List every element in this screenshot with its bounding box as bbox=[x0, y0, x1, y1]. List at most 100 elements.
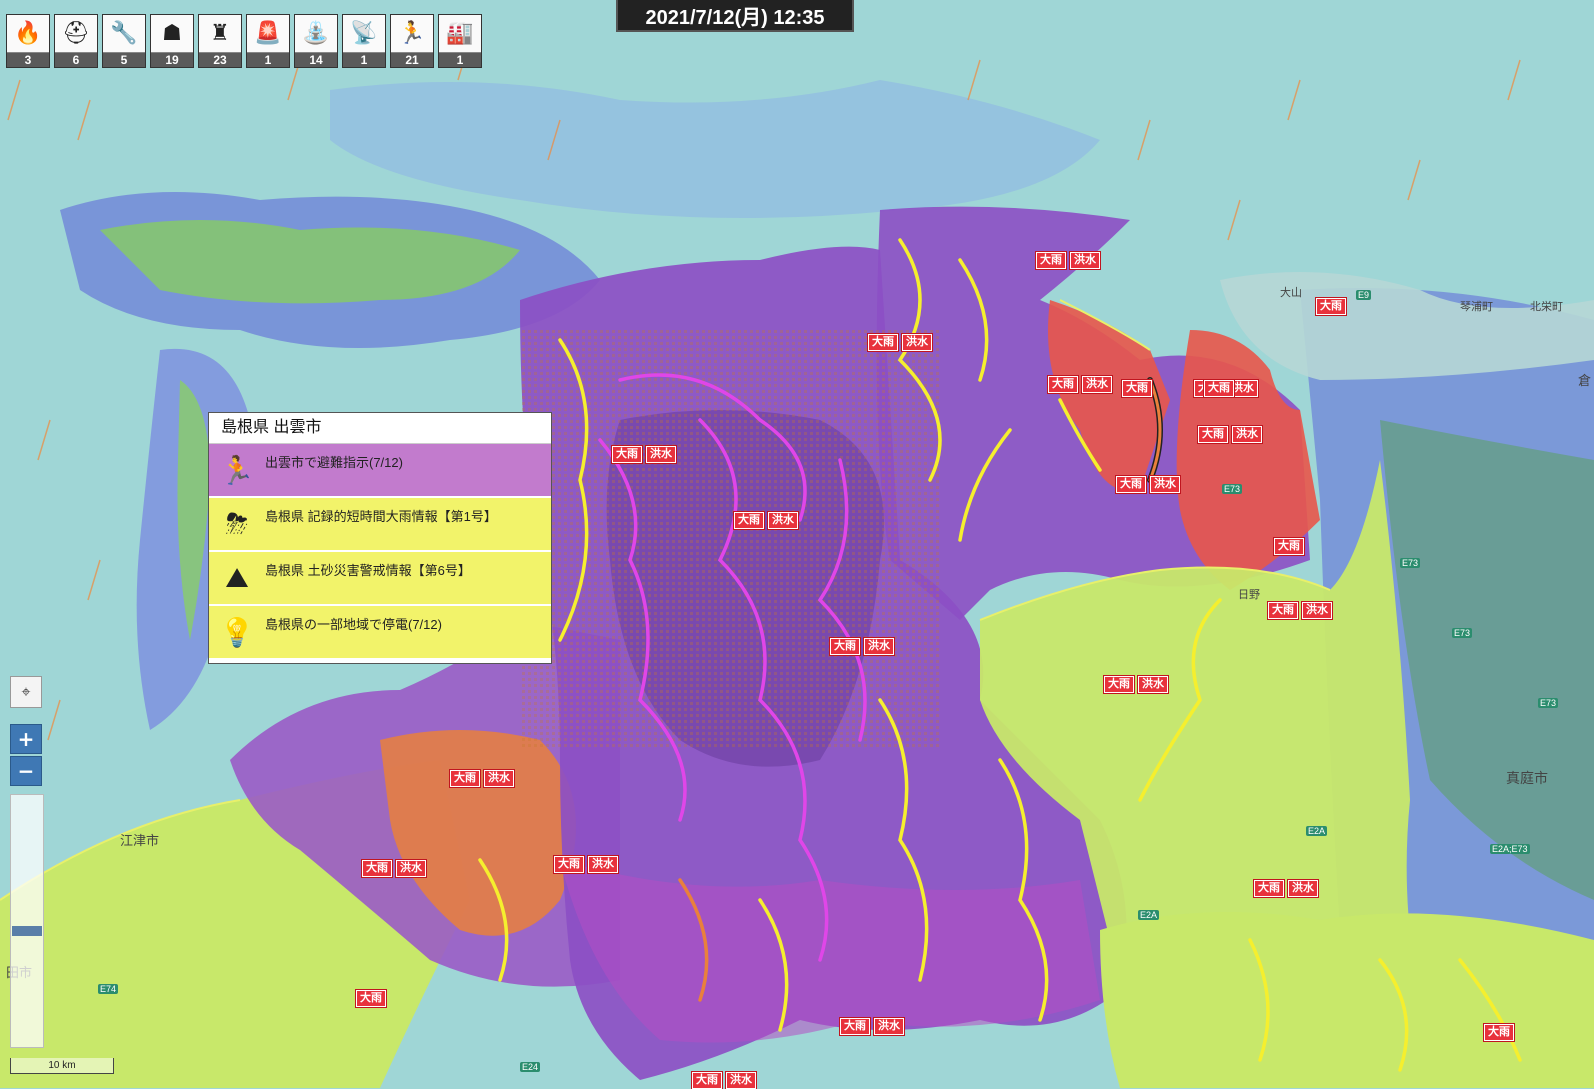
warning-tag[interactable]: 大雨洪水 bbox=[1116, 476, 1180, 493]
category-count: 3 bbox=[24, 53, 32, 67]
category-rescue[interactable]: ☗ 19 bbox=[150, 14, 194, 68]
place-label: 大山 bbox=[1280, 287, 1302, 299]
warning-tag[interactable]: 大雨洪水 bbox=[1048, 376, 1112, 393]
heavy-rain-warning-label: 大雨 bbox=[1274, 538, 1304, 555]
popup-item-text: 出雲市で避難指示(7/12) bbox=[265, 455, 403, 470]
category-count: 5 bbox=[120, 53, 128, 67]
warning-tag[interactable]: 大雨洪水 bbox=[1254, 880, 1318, 897]
flood-warning-label: 洪水 bbox=[864, 638, 894, 655]
warning-tag[interactable]: 大雨 bbox=[1122, 380, 1152, 397]
popup-item-text: 島根県の一部地域で停電(7/12) bbox=[265, 617, 442, 632]
flood-warning-label: 洪水 bbox=[1150, 476, 1180, 493]
flood-warning-label: 洪水 bbox=[1302, 602, 1332, 619]
heavy-rain-icon: ⛈ bbox=[225, 507, 249, 540]
zoom-out-button[interactable]: − bbox=[10, 756, 42, 786]
warning-tag[interactable]: 大雨洪水 bbox=[692, 1072, 756, 1089]
water-facility-icon: ⛲ bbox=[295, 15, 337, 53]
popup-item-heavy-rain[interactable]: ⛈ 島根県 記録的短時間大雨情報【第1号】 bbox=[209, 498, 551, 552]
road-shield: E73 bbox=[1538, 698, 1559, 708]
info-popup: 島根県 出雲市 🏃 出雲市で避難指示(7/12) ⛈ 島根県 記録的短時間大雨情… bbox=[208, 412, 552, 664]
zoom-slider-track[interactable] bbox=[10, 794, 44, 1048]
heavy-rain-warning-label: 大雨 bbox=[1268, 602, 1298, 619]
category-police[interactable]: ♜ 23 bbox=[198, 14, 242, 68]
warning-tag[interactable]: 大雨洪水 bbox=[1268, 602, 1332, 619]
heavy-rain-warning-label: 大雨 bbox=[356, 990, 386, 1007]
date-time-display: 2021/7/12(月) 12:35 bbox=[616, 0, 854, 32]
category-factory[interactable]: 🏭 1 bbox=[438, 14, 482, 68]
tools-icon: 🔧 bbox=[103, 15, 145, 53]
warning-tag[interactable]: 大雨洪水 bbox=[554, 856, 618, 873]
warning-tag[interactable]: 大雨洪水 bbox=[868, 334, 932, 351]
heavy-rain-warning-label: 大雨 bbox=[1036, 252, 1066, 269]
warning-tag[interactable]: 大雨洪水 bbox=[1036, 252, 1100, 269]
road-shield: E2A bbox=[1306, 826, 1328, 836]
warning-tag[interactable]: 大雨 bbox=[1204, 380, 1234, 397]
antenna-icon: 📡 bbox=[343, 15, 385, 53]
category-count: 1 bbox=[456, 53, 464, 67]
category-evacuation[interactable]: 🏃 21 bbox=[390, 14, 434, 68]
heavy-rain-warning-label: 大雨 bbox=[1122, 380, 1152, 397]
heavy-rain-warning-label: 大雨 bbox=[1316, 298, 1346, 315]
category-siren[interactable]: 🚨 1 bbox=[246, 14, 290, 68]
popup-item-landslide[interactable]: ⛰ 島根県 土砂災害警戒情報【第6号】 bbox=[209, 552, 551, 606]
road-shield: E2A;E73 bbox=[1490, 844, 1530, 854]
category-count: 6 bbox=[72, 53, 80, 67]
place-label: 琴浦町 bbox=[1460, 301, 1493, 313]
zoom-in-button[interactable]: + bbox=[10, 724, 42, 754]
road-shield: E2A bbox=[1138, 910, 1160, 920]
heavy-rain-warning-label: 大雨 bbox=[1198, 426, 1228, 443]
category-firefighter[interactable]: ⛑ 6 bbox=[54, 14, 98, 68]
siren-icon: 🚨 bbox=[247, 15, 289, 53]
heavy-rain-warning-label: 大雨 bbox=[692, 1072, 722, 1089]
popup-item-text: 島根県 土砂災害警戒情報【第6号】 bbox=[265, 563, 471, 578]
locate-button[interactable]: ⌖ bbox=[10, 676, 42, 708]
police-icon: ♜ bbox=[199, 15, 241, 53]
road-shield: E24 bbox=[520, 1062, 541, 1072]
locate-icon: ⌖ bbox=[21, 682, 31, 701]
flood-warning-label: 洪水 bbox=[588, 856, 618, 873]
category-antenna[interactable]: 📡 1 bbox=[342, 14, 386, 68]
zoom-slider-handle[interactable] bbox=[12, 926, 42, 936]
warning-tag[interactable]: 大雨洪水 bbox=[840, 1018, 904, 1035]
heavy-rain-warning-label: 大雨 bbox=[1116, 476, 1146, 493]
popup-item-power-outage[interactable]: 💡 島根県の一部地域で停電(7/12) bbox=[209, 606, 551, 660]
category-tools[interactable]: 🔧 5 bbox=[102, 14, 146, 68]
heavy-rain-warning-label: 大雨 bbox=[1484, 1024, 1514, 1041]
firefighter-icon: ⛑ bbox=[55, 15, 97, 53]
category-count: 19 bbox=[165, 53, 179, 67]
warning-tag[interactable]: 大雨洪水 bbox=[450, 770, 514, 787]
place-label: 真庭市 bbox=[1506, 770, 1548, 786]
heavy-rain-warning-label: 大雨 bbox=[1048, 376, 1078, 393]
place-label: 倉 bbox=[1578, 373, 1592, 388]
landslide-icon: ⛰ bbox=[225, 561, 249, 594]
category-count: 21 bbox=[405, 53, 419, 67]
warning-tag[interactable]: 大雨洪水 bbox=[612, 446, 676, 463]
warning-tag[interactable]: 大雨 bbox=[1484, 1024, 1514, 1041]
flood-warning-label: 洪水 bbox=[396, 860, 426, 877]
evacuation-icon: 🏃 bbox=[219, 453, 255, 487]
rescue-icon: ☗ bbox=[151, 15, 193, 53]
warning-tag[interactable]: 大雨洪水 bbox=[830, 638, 894, 655]
scale-bar: 10 km bbox=[10, 1058, 114, 1074]
flood-warning-label: 洪水 bbox=[1138, 676, 1168, 693]
flood-warning-label: 洪水 bbox=[1082, 376, 1112, 393]
warning-tag[interactable]: 大雨 bbox=[1274, 538, 1304, 555]
category-fire[interactable]: 🔥 3 bbox=[6, 14, 50, 68]
flood-warning-label: 洪水 bbox=[1232, 426, 1262, 443]
category-water-facility[interactable]: ⛲ 14 bbox=[294, 14, 338, 68]
warning-tag[interactable]: 大雨 bbox=[1316, 298, 1346, 315]
flood-warning-label: 洪水 bbox=[1288, 880, 1318, 897]
heavy-rain-warning-label: 大雨 bbox=[868, 334, 898, 351]
fire-icon: 🔥 bbox=[7, 15, 49, 53]
heavy-rain-warning-label: 大雨 bbox=[1204, 380, 1234, 397]
warning-tag[interactable]: 大雨洪水 bbox=[362, 860, 426, 877]
flood-warning-label: 洪水 bbox=[874, 1018, 904, 1035]
warning-tag[interactable]: 大雨洪水 bbox=[1198, 426, 1262, 443]
warning-tag[interactable]: 大雨洪水 bbox=[734, 512, 798, 529]
warning-tag[interactable]: 大雨 bbox=[356, 990, 386, 1007]
popup-item-evacuation[interactable]: 🏃 出雲市で避難指示(7/12) bbox=[209, 444, 551, 498]
flood-warning-label: 洪水 bbox=[902, 334, 932, 351]
road-shield: E73 bbox=[1400, 558, 1421, 568]
warning-tag[interactable]: 大雨洪水 bbox=[1104, 676, 1168, 693]
flood-warning-label: 洪水 bbox=[1070, 252, 1100, 269]
